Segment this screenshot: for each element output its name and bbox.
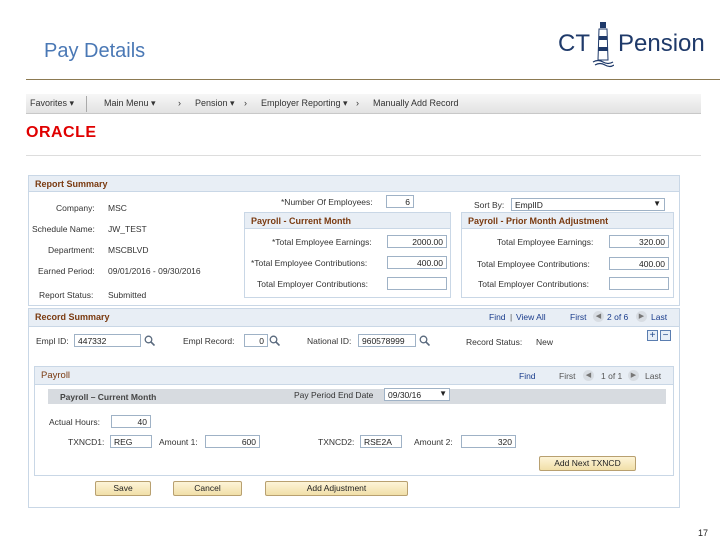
earned-period-label: Earned Period: — [38, 266, 95, 276]
record-find-link[interactable]: Find — [489, 312, 506, 322]
oracle-logo: ORACLE — [26, 124, 97, 141]
company-label: Company: — [56, 203, 95, 213]
current-contrib-label: *Total Employee Contributions: — [251, 258, 368, 268]
search-icon[interactable] — [144, 335, 155, 346]
record-status-value: New — [536, 337, 554, 347]
amount1-input[interactable]: 600 — [205, 435, 260, 448]
record-pager: 2 of 6 — [607, 312, 629, 322]
report-status-value: Submitted — [108, 290, 147, 300]
payroll-pager: 1 of 1 — [601, 371, 623, 381]
save-button[interactable]: Save — [95, 481, 151, 496]
prior-employer-label: Total Employer Contributions: — [478, 279, 590, 289]
payroll-find-link[interactable]: Find — [519, 371, 536, 381]
add-adjustment-button[interactable]: Add Adjustment — [265, 481, 408, 496]
payroll-first-link[interactable]: First — [559, 371, 576, 381]
record-first-link[interactable]: First — [570, 312, 587, 322]
actual-hours-input[interactable]: 40 — [111, 415, 151, 428]
page-number: 17 — [698, 528, 709, 538]
national-id-input[interactable]: 960578999 — [358, 334, 416, 347]
end-date-value: 09/30/16 — [388, 390, 422, 400]
menu-employer-reporting[interactable]: Employer Reporting ▾ — [261, 98, 348, 109]
empl-id-input[interactable]: 447332 — [74, 334, 141, 347]
report-summary-header: Report Summary — [29, 176, 679, 192]
sort-by-label: Sort By: — [474, 200, 505, 210]
payroll-subheader: Payroll – Current Month — [60, 392, 157, 402]
department-value: MSCBLVD — [108, 245, 149, 255]
prior-earnings-input[interactable]: 320.00 — [609, 235, 669, 248]
lighthouse-icon — [592, 22, 614, 68]
add-next-txncd-button[interactable]: Add Next TXNCD — [539, 456, 636, 471]
earned-period-value: 09/01/2016 - 09/30/2016 — [108, 266, 201, 276]
empl-id-label: Empl ID: — [36, 336, 69, 346]
prior-contrib-input[interactable]: 400.00 — [609, 257, 669, 270]
company-value: MSC — [108, 203, 127, 213]
logo-ct-text: CT — [558, 30, 590, 57]
prior-earnings-label: Total Employee Earnings: — [497, 237, 594, 247]
plus-icon: + — [649, 330, 656, 341]
menu-pension[interactable]: Pension ▾ — [195, 98, 235, 109]
minus-icon: − — [662, 330, 669, 341]
logo-pension-text: Pension — [618, 30, 705, 57]
current-employer-input[interactable] — [387, 277, 447, 290]
menu-manually-add-record[interactable]: Manually Add Record — [373, 98, 459, 108]
record-status-label: Record Status: — [466, 337, 523, 347]
end-date-label: Pay Period End Date — [294, 390, 374, 400]
sort-by-value: EmplID — [515, 200, 543, 210]
amount2-input[interactable]: 320 — [461, 435, 516, 448]
current-employer-label: Total Employer Contributions: — [257, 279, 369, 289]
breadcrumb-separator: › — [356, 98, 359, 108]
schedule-label: Schedule Name: — [32, 224, 95, 234]
end-date-select[interactable]: 09/30/16 ▼ — [384, 388, 450, 401]
add-row-button[interactable]: + — [647, 330, 658, 341]
link-separator: | — [510, 312, 513, 322]
breadcrumb-separator: › — [244, 98, 247, 108]
ct-pension-logo: CT Pension — [556, 20, 716, 70]
previous-icon[interactable]: ◀ — [593, 311, 604, 322]
menu-bar: Favorites ▾ Main Menu ▾ › Pension ▾ › Em… — [26, 94, 701, 114]
amount2-label: Amount 2: — [414, 437, 453, 447]
sort-by-select[interactable]: EmplID ▼ — [511, 198, 665, 211]
payroll-current-header: Payroll - Current Month — [245, 213, 450, 229]
national-id-label: National ID: — [307, 336, 352, 346]
menu-divider — [86, 96, 87, 112]
prior-contrib-label: Total Employee Contributions: — [477, 259, 590, 269]
txncd2-label: TXNCD2: — [318, 437, 355, 447]
record-view-all-link[interactable]: View All — [516, 312, 546, 322]
report-status-label: Report Status: — [39, 290, 94, 300]
chevron-down-icon: ▼ — [653, 199, 661, 208]
menu-favorites[interactable]: Favorites ▾ — [30, 98, 74, 109]
record-last-link[interactable]: Last — [651, 312, 667, 322]
current-earnings-label: *Total Employee Earnings: — [272, 237, 372, 247]
payroll-header: Payroll — [35, 367, 673, 385]
txncd2-input[interactable]: RSE2A — [360, 435, 402, 448]
num-employees-input[interactable]: 6 — [386, 195, 414, 208]
next-icon[interactable]: ▶ — [636, 311, 647, 322]
previous-icon[interactable]: ◀ — [583, 370, 594, 381]
payroll-last-link[interactable]: Last — [645, 371, 661, 381]
delete-row-button[interactable]: − — [660, 330, 671, 341]
current-earnings-input[interactable]: 2000.00 — [387, 235, 447, 248]
empl-record-label: Empl Record: — [183, 336, 235, 346]
breadcrumb-separator: › — [178, 98, 181, 108]
menu-main[interactable]: Main Menu ▾ — [104, 98, 156, 109]
brand-band — [26, 114, 701, 156]
txncd1-input[interactable]: REG — [110, 435, 152, 448]
payroll-prior-header: Payroll - Prior Month Adjustment — [462, 213, 673, 229]
search-icon[interactable] — [419, 335, 430, 346]
next-icon[interactable]: ▶ — [628, 370, 639, 381]
empl-record-input[interactable]: 0 — [244, 334, 268, 347]
cancel-button[interactable]: Cancel — [173, 481, 242, 496]
num-employees-label: *Number Of Employees: — [281, 197, 373, 207]
amount1-label: Amount 1: — [159, 437, 198, 447]
chevron-down-icon: ▼ — [439, 389, 447, 398]
actual-hours-label: Actual Hours: — [49, 417, 101, 427]
page-title: Pay Details — [44, 40, 146, 62]
search-icon[interactable] — [269, 335, 280, 346]
title-divider — [26, 79, 720, 80]
schedule-value: JW_TEST — [108, 224, 147, 234]
prior-employer-input[interactable] — [609, 277, 669, 290]
current-contrib-input[interactable]: 400.00 — [387, 256, 447, 269]
txncd1-label: TXNCD1: — [68, 437, 105, 447]
department-label: Department: — [48, 245, 95, 255]
